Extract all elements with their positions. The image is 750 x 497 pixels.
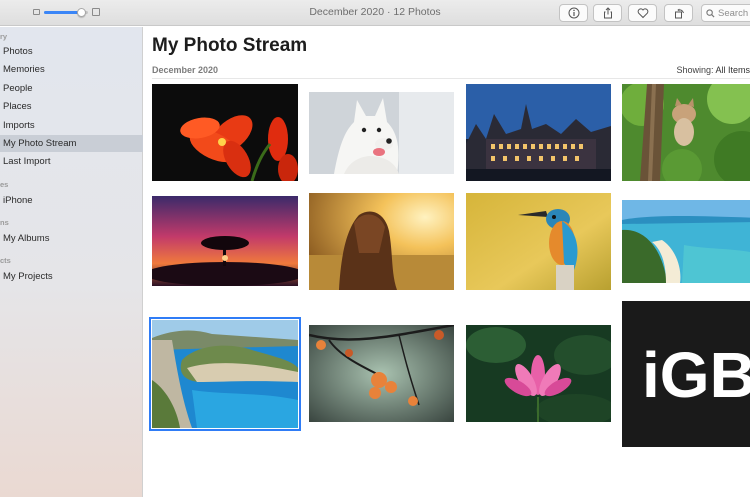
sidebar-item-imports[interactable]: Imports bbox=[0, 117, 143, 134]
showing-value[interactable]: All Items bbox=[715, 65, 750, 75]
zoom-slider[interactable] bbox=[33, 8, 101, 18]
favorite-button[interactable] bbox=[628, 4, 657, 22]
sidebar-item-people[interactable]: People bbox=[0, 80, 143, 97]
photo-thumbnail-historic-building[interactable] bbox=[466, 84, 611, 181]
rotate-button[interactable] bbox=[664, 4, 693, 22]
photo-thumbnail-shipwreck-cove[interactable] bbox=[149, 317, 301, 431]
search-icon bbox=[706, 8, 715, 18]
photo-thumbnail-cat-in-tree[interactable] bbox=[622, 84, 750, 181]
sidebar-item-my-projects[interactable]: My Projects bbox=[0, 268, 143, 285]
photo-thumbnail-white-dog[interactable] bbox=[309, 92, 454, 174]
toolbar: December 2020 · 12 Photos bbox=[0, 0, 750, 26]
photo-thumbnail-orange-blossoms[interactable] bbox=[309, 325, 454, 422]
photo-thumbnail-red-flower[interactable] bbox=[152, 84, 298, 181]
share-icon bbox=[603, 7, 612, 19]
photo-thumbnail-tropical-beach[interactable] bbox=[622, 200, 750, 283]
sidebar-heading-projects: cts bbox=[0, 256, 11, 265]
search-field[interactable] bbox=[701, 4, 750, 22]
section-date: December 2020 bbox=[152, 65, 219, 75]
sidebar-item-iphone[interactable]: iPhone bbox=[0, 192, 143, 209]
sidebar-item-my-albums[interactable]: My Albums bbox=[0, 230, 143, 247]
sidebar-item-my-photo-stream[interactable]: My Photo Stream bbox=[0, 135, 143, 152]
zoom-slider-knob[interactable] bbox=[76, 8, 86, 17]
info-button[interactable] bbox=[559, 4, 588, 22]
zoom-slider-fill bbox=[44, 11, 82, 14]
rotate-icon bbox=[674, 8, 684, 19]
small-thumbnail-icon bbox=[33, 9, 40, 15]
sidebar-item-places[interactable]: Places bbox=[0, 98, 143, 115]
photo-thumbnail-kingfisher[interactable] bbox=[466, 193, 611, 290]
photo-thumbnail-pink-lotus[interactable] bbox=[466, 325, 611, 422]
heart-icon bbox=[637, 8, 648, 19]
showing-label: Showing: bbox=[676, 65, 714, 75]
sidebar-item-memories[interactable]: Memories bbox=[0, 61, 143, 78]
showing-filter[interactable]: Showing: All Items bbox=[676, 65, 750, 75]
sidebar-heading-devices: es bbox=[0, 180, 9, 189]
page-title: My Photo Stream bbox=[152, 35, 308, 56]
photo-stream-view: My Photo Stream December 2020 Showing: A… bbox=[144, 27, 750, 497]
window-title: December 2020 · 12 Photos bbox=[309, 6, 441, 18]
sidebar-heading-albums: ns bbox=[0, 218, 9, 227]
photo-thumbnail-girl-field[interactable] bbox=[309, 193, 454, 290]
zoom-slider-track[interactable] bbox=[44, 8, 88, 17]
search-input[interactable] bbox=[718, 7, 750, 19]
info-icon bbox=[568, 7, 579, 19]
igb-logo-text: iGB bbox=[642, 339, 750, 411]
divider bbox=[152, 78, 750, 79]
sidebar-item-photos[interactable]: Photos bbox=[0, 43, 143, 60]
sidebar-heading-library: ry bbox=[0, 32, 8, 41]
large-thumbnail-icon bbox=[92, 8, 100, 16]
sidebar-item-last-import[interactable]: Last Import bbox=[0, 153, 143, 170]
sidebar: ry Photos Memories People Places Imports… bbox=[0, 27, 143, 497]
share-button[interactable] bbox=[593, 4, 622, 22]
photos-app-window: December 2020 · 12 Photos Search ry Phot… bbox=[0, 0, 750, 497]
photo-thumbnail-igb-logo[interactable]: iGB bbox=[622, 301, 750, 447]
photo-thumbnail-tree-sunset[interactable] bbox=[152, 196, 298, 286]
